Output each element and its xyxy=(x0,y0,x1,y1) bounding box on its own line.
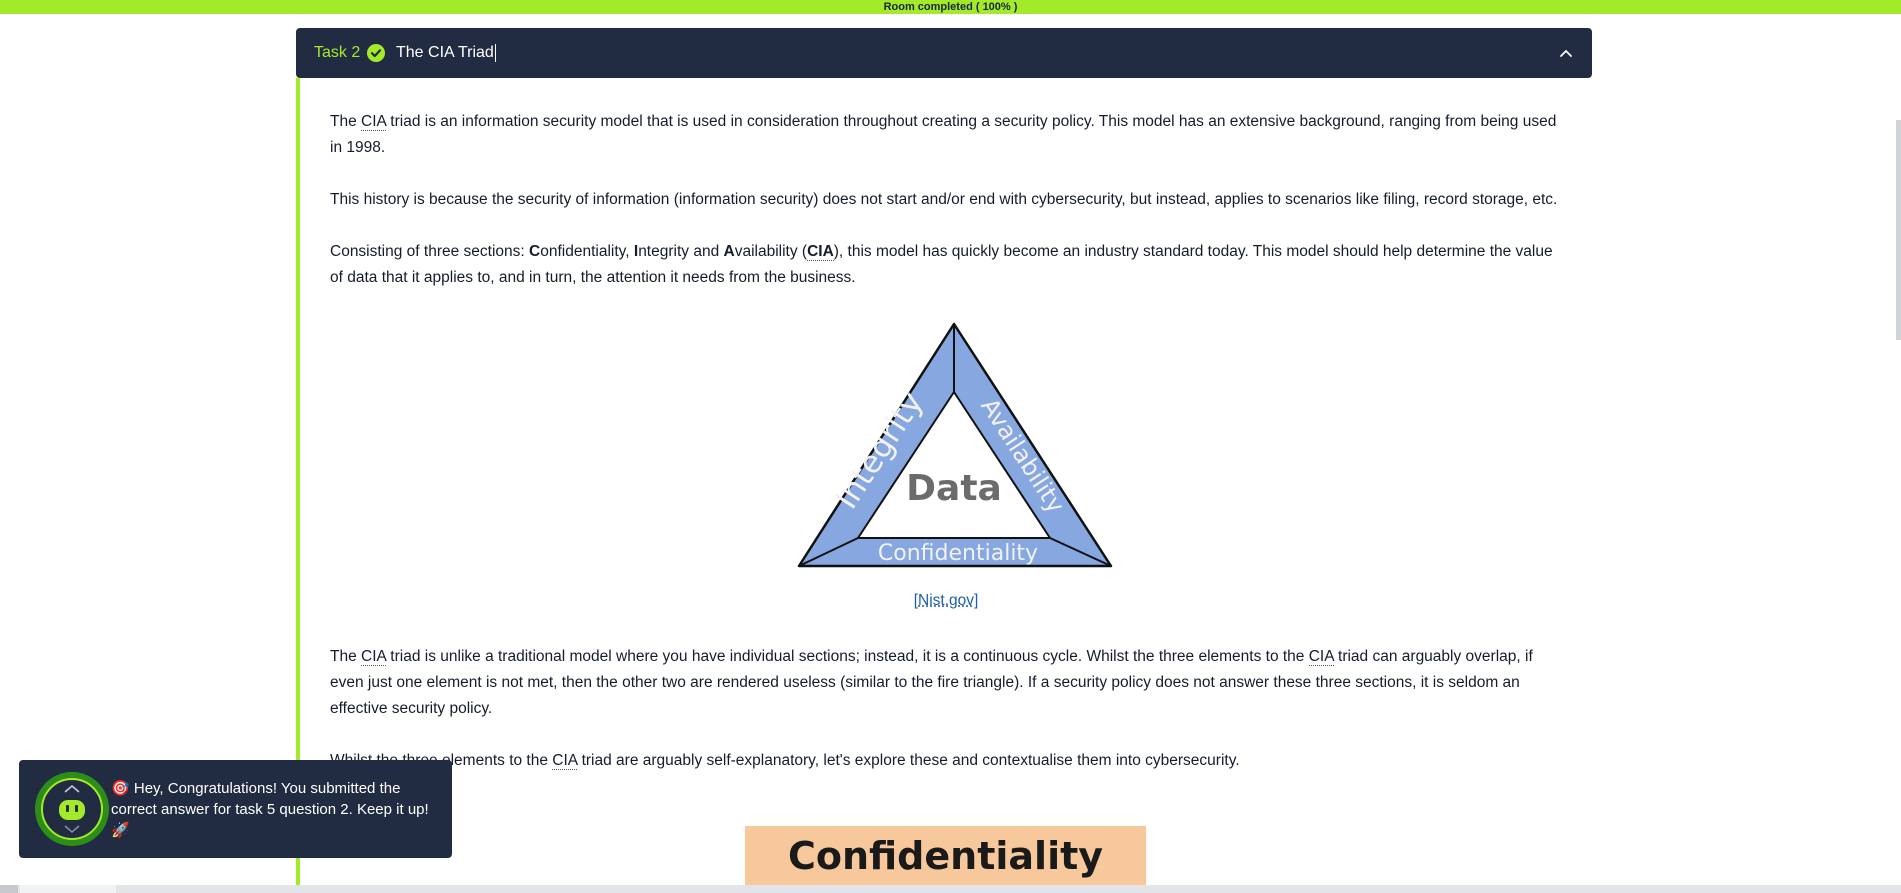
toast-message: 🎯 Hey, Congratulations! You submitted th… xyxy=(111,778,441,841)
bold-letter: C xyxy=(529,243,541,260)
task-content: The CIA triad is an information security… xyxy=(296,78,1592,893)
horizontal-scrollbar[interactable] xyxy=(0,885,1901,893)
text: onfidentiality, xyxy=(540,243,634,260)
paragraph-intro: The CIA triad is an information security… xyxy=(330,109,1560,161)
nist-link[interactable]: Nist.gov xyxy=(918,592,974,609)
room-progress-bar: Room completed ( 100% ) xyxy=(0,0,1901,14)
scrollbar-thumb[interactable] xyxy=(20,885,116,893)
chevron-up-icon[interactable] xyxy=(1558,45,1574,61)
room-progress-label: Room completed ( 100% ) xyxy=(883,1,1018,13)
text: triad is unlike a traditional model wher… xyxy=(386,648,1309,665)
triad-confidentiality-label: Confidentiality xyxy=(878,541,1038,566)
text: Consisting of three sections: xyxy=(330,243,530,260)
confidentiality-banner-image: Confidentiality xyxy=(745,826,1146,893)
text: The xyxy=(330,113,362,130)
paragraph-continuous-cycle: The CIA triad is unlike a traditional mo… xyxy=(330,644,1560,722)
cia-abbreviation: CIA xyxy=(361,648,386,666)
cia-abbreviation: CIA xyxy=(1308,648,1334,666)
target-icon: 🎯 xyxy=(111,780,130,797)
toast-message-text: Hey, Congratulations! You submitted the … xyxy=(111,780,429,818)
paragraph-history: This history is because the security of … xyxy=(330,191,1558,208)
check-circle-icon xyxy=(367,44,385,62)
task-number: Task 2 xyxy=(314,44,361,61)
cia-abbreviation: CIA xyxy=(552,752,578,770)
text: The xyxy=(330,648,362,665)
confidentiality-banner-text: Confidentiality xyxy=(787,834,1104,878)
text: triad is an information security model t… xyxy=(330,113,1557,156)
robot-avatar-icon xyxy=(35,772,109,846)
task-title: The CIA Triad xyxy=(396,28,496,78)
cia-abbreviation: CIA xyxy=(807,243,834,261)
triad-center-label: Data xyxy=(906,468,1002,509)
scrollbar-track-left xyxy=(0,885,18,893)
rocket-icon: 🚀 xyxy=(111,822,130,839)
cia-abbreviation: CIA xyxy=(361,113,386,131)
text: ] xyxy=(974,592,979,609)
cia-triad-diagram: Data Integrity Availability Confidential… xyxy=(797,322,1113,568)
bold-letter: A xyxy=(723,243,735,260)
task-header[interactable]: Task 2 The CIA Triad xyxy=(296,28,1592,78)
paragraph-sections: Consisting of three sections: Confidenti… xyxy=(330,239,1560,291)
text: ntegrity and xyxy=(638,243,724,260)
congratulations-toast[interactable]: 🎯 Hey, Congratulations! You submitted th… xyxy=(19,760,452,858)
text: triad are arguably self-explanatory, let… xyxy=(577,752,1240,769)
text: vailability ( xyxy=(734,243,808,260)
figure-source: [Nist.gov] xyxy=(300,592,1592,610)
vertical-scrollbar[interactable] xyxy=(1896,120,1901,340)
paragraph-explore: Whilst the three elements to the CIA tri… xyxy=(330,748,1560,774)
